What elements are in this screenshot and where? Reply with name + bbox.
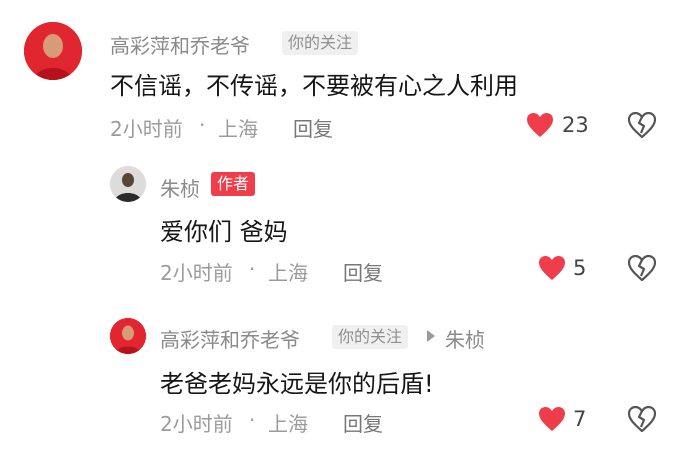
comment-location: 上海 [218, 117, 258, 141]
following-tag: 你的关注 [282, 31, 359, 55]
comment-time: 2小时前 [160, 261, 233, 285]
play-arrow-icon [427, 330, 435, 342]
meta-separator: · [249, 257, 256, 281]
meta-separator: · [199, 113, 206, 137]
comment-author[interactable]: 高彩萍和乔老爷 [160, 324, 300, 353]
avatar[interactable] [110, 166, 146, 202]
comment-time: 2小时前 [110, 117, 183, 141]
heart-icon[interactable] [538, 255, 566, 281]
reply-button[interactable]: 回复 [343, 408, 383, 437]
comment-location: 上海 [268, 261, 308, 285]
avatar-image [110, 318, 146, 354]
reply-button[interactable]: 回复 [293, 113, 333, 142]
following-tag: 你的关注 [332, 325, 409, 349]
comment-author[interactable]: 高彩萍和乔老爷 [110, 30, 250, 59]
broken-heart-icon[interactable] [628, 112, 656, 138]
avatar-image [24, 22, 82, 80]
like-count: 23 [562, 113, 589, 137]
meta-separator: · [249, 408, 256, 432]
heart-icon[interactable] [538, 406, 566, 432]
avatar[interactable] [110, 318, 146, 354]
like-count: 5 [573, 256, 587, 280]
author-badge: 作者 [211, 172, 256, 196]
reply-button[interactable]: 回复 [343, 257, 383, 286]
comment-location: 上海 [268, 412, 308, 436]
comment-text: 爱你们 爸妈 [160, 218, 288, 246]
reply-to-user[interactable]: 朱桢 [445, 324, 485, 353]
comment-author[interactable]: 朱桢 [160, 173, 200, 202]
broken-heart-icon[interactable] [628, 406, 656, 432]
comment-section: 高彩萍和乔老爷 你的关注 不信谣，不传谣，不要被有心之人利用 2小时前 · 上海… [0, 0, 690, 454]
broken-heart-icon[interactable] [628, 255, 656, 281]
avatar[interactable] [24, 22, 82, 80]
comment-time: 2小时前 [160, 412, 233, 436]
heart-icon[interactable] [526, 112, 554, 138]
avatar-image [110, 166, 146, 202]
comment-text: 不信谣，不传谣，不要被有心之人利用 [110, 72, 518, 100]
like-count: 7 [573, 407, 587, 431]
comment-text: 老爸老妈永远是你的后盾! [160, 370, 434, 398]
